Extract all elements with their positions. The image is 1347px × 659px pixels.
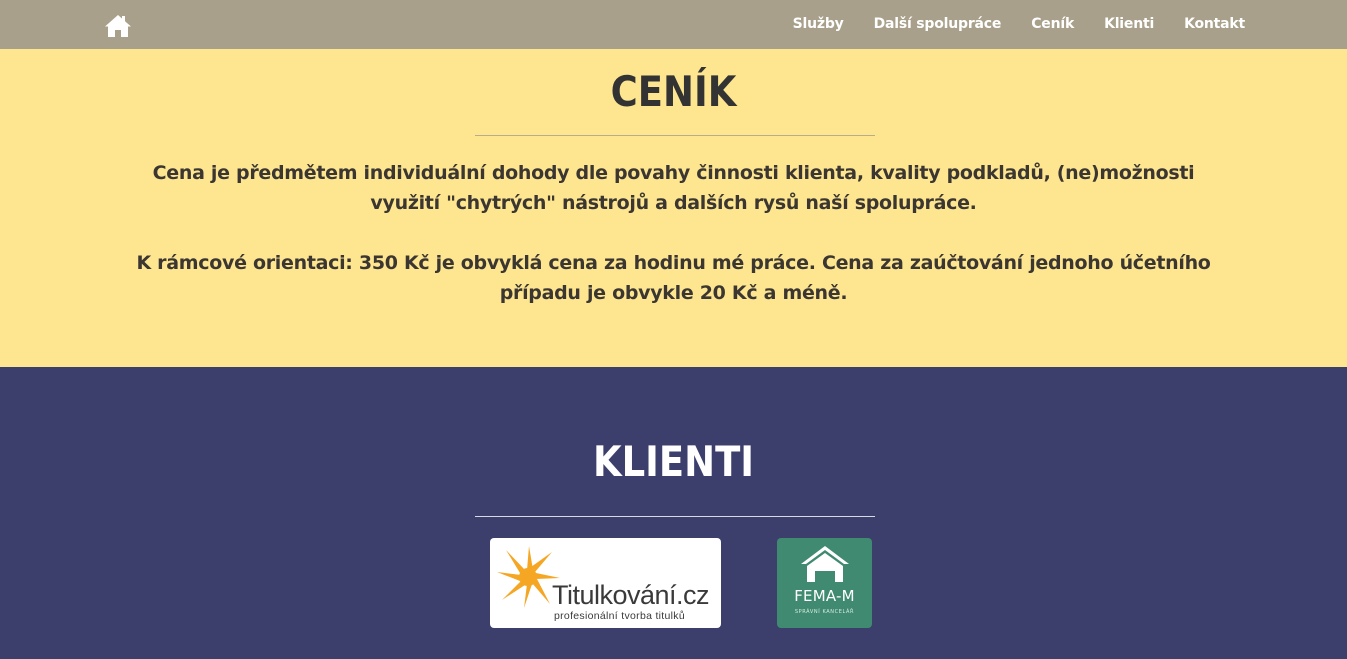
cenik-divider <box>475 135 875 136</box>
klienti-title: KLIENTI <box>592 437 755 486</box>
nav-item-dalsi-spoluprace[interactable]: Další spolupráce <box>874 16 1002 32</box>
cenik-paragraph-1: Cena je předmětem individuální dohody dl… <box>152 162 1195 214</box>
client-tagline-fema: SPRÁVNÍ KANCELÁŘ <box>794 609 855 615</box>
navbar: Služby Další spolupráce Ceník Klienti Ko… <box>0 0 1347 49</box>
client-tagline-titulkovani: profesionální tvorba titulků <box>554 610 685 622</box>
nav-menu: Služby Další spolupráce Ceník Klienti Ko… <box>763 0 1246 49</box>
home-icon <box>105 15 131 37</box>
client-name-fema: FEMA-M <box>794 587 855 605</box>
nav-item-klienti[interactable]: Klienti <box>1104 16 1154 32</box>
klienti-section: KLIENTI Titulkování.cz profesionální tvo… <box>0 367 1347 659</box>
nav-item-kontakt[interactable]: Kontakt <box>1184 16 1245 32</box>
client-logo-fema[interactable]: FEMA-M SPRÁVNÍ KANCELÁŘ <box>777 538 872 628</box>
cenik-paragraph-2: K rámcové orientaci: 350 Kč je obvyklá c… <box>136 252 1211 304</box>
house-icon <box>801 546 849 582</box>
home-link[interactable] <box>104 14 132 38</box>
client-logo-titulkovani[interactable]: Titulkování.cz profesionální tvorba titu… <box>490 538 721 628</box>
klienti-divider <box>475 516 875 517</box>
cenik-title: CENÍK <box>610 67 737 116</box>
nav-item-sluzby[interactable]: Služby <box>793 16 844 32</box>
cenik-section: CENÍK Cena je předmětem individuální doh… <box>0 49 1347 367</box>
client-name-titulkovani: Titulkování.cz <box>552 580 710 610</box>
nav-item-cenik[interactable]: Ceník <box>1031 16 1074 32</box>
